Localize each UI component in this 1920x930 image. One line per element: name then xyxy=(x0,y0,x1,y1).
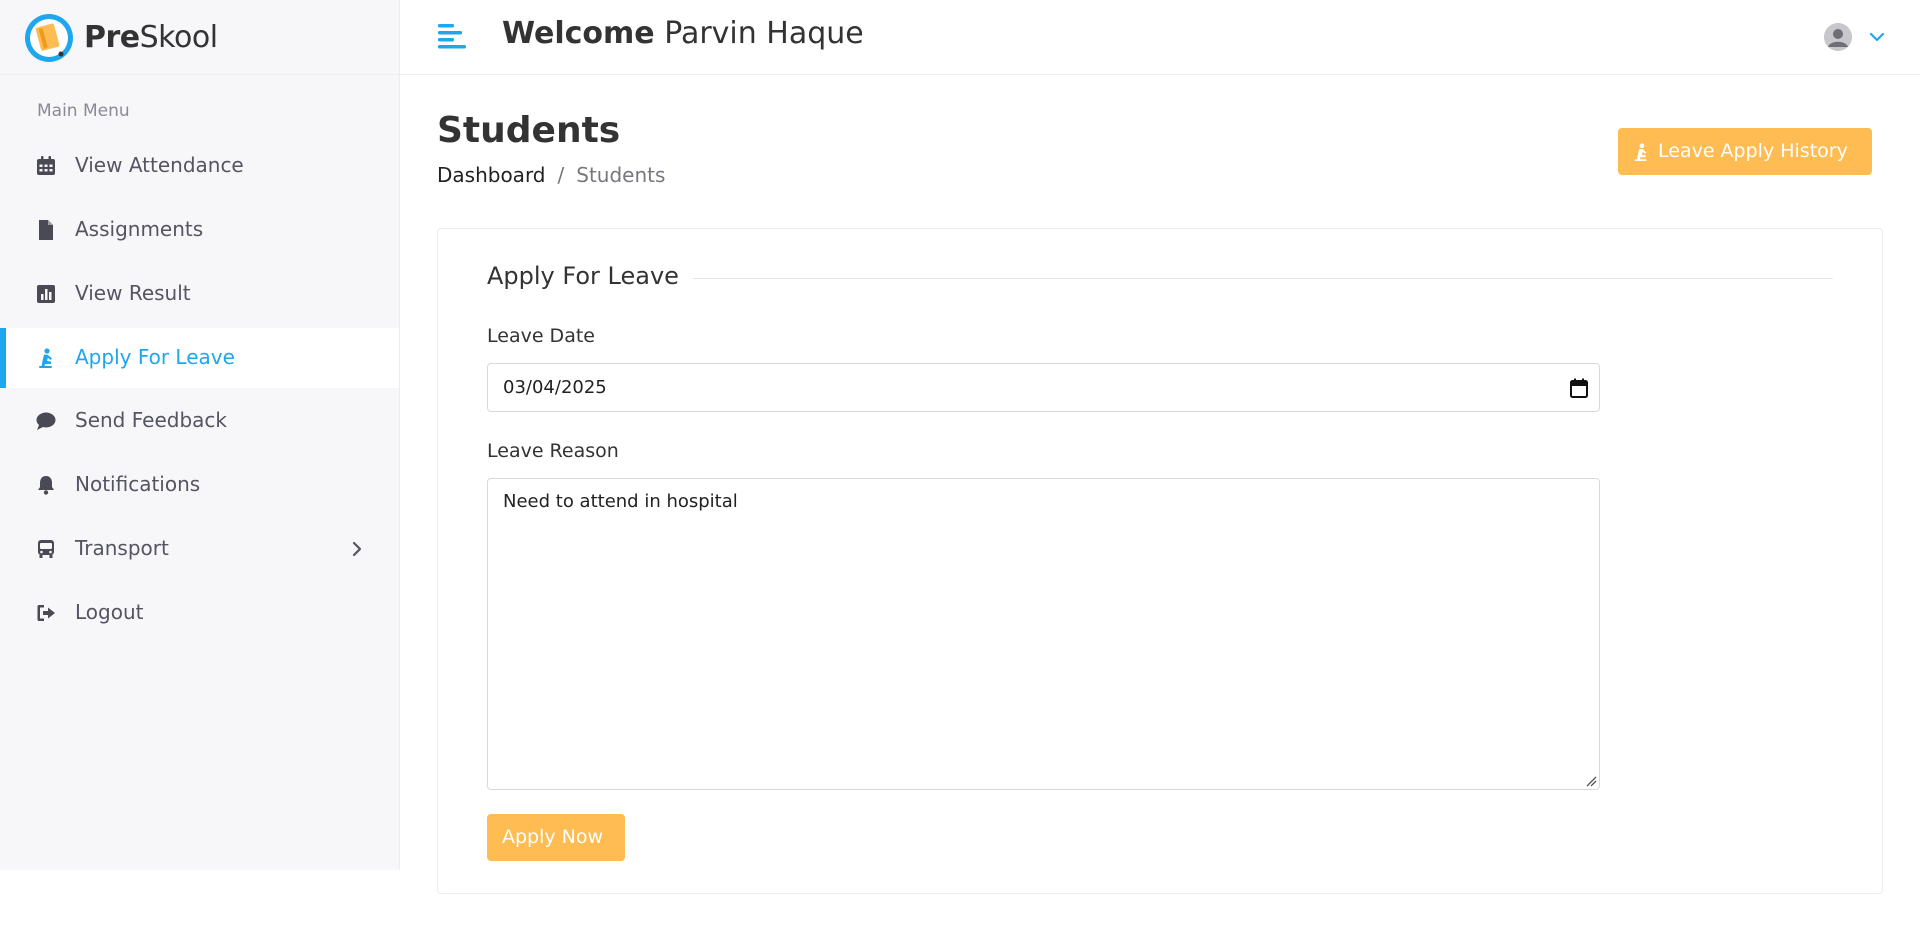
bus-icon xyxy=(38,540,54,558)
sidebar-item-view-attendance[interactable]: View Attendance xyxy=(0,136,399,196)
bell-icon xyxy=(38,476,54,495)
person-kneel-icon xyxy=(39,348,52,368)
menu-lines-icon[interactable] xyxy=(436,22,468,52)
sidebar-item-transport[interactable]: Transport xyxy=(0,519,399,579)
leave-reason-value: Need to attend in hospital xyxy=(503,491,738,512)
sidebar-item-label: Logout xyxy=(75,600,144,624)
sidebar-item-label: View Result xyxy=(75,281,191,305)
leave-date-label: Leave Date xyxy=(487,325,595,347)
leave-date-input[interactable]: 03/04/2025 xyxy=(487,363,1600,412)
brand-name-rest: Skool xyxy=(139,20,218,55)
sidebar-item-send-feedback[interactable]: Send Feedback xyxy=(0,391,399,451)
calendar-picker-icon[interactable] xyxy=(1570,378,1588,398)
sidebar: Main Menu View Attendance Assignments Vi… xyxy=(0,75,400,870)
bar-chart-icon xyxy=(37,285,55,303)
sidebar-item-logout[interactable]: Logout xyxy=(0,583,399,643)
sidebar-item-label: Assignments xyxy=(75,217,204,241)
welcome-message: Welcome Parvin Haque xyxy=(502,16,864,51)
form-legend: Apply For Leave xyxy=(487,262,693,290)
chevron-right-icon[interactable] xyxy=(350,541,364,557)
leave-reason-textarea[interactable]: Need to attend in hospital xyxy=(487,478,1600,790)
sidebar-item-label: View Attendance xyxy=(75,153,244,177)
page-title: Students xyxy=(437,110,621,151)
breadcrumb: Dashboard / Students xyxy=(437,163,665,187)
welcome-word: Welcome xyxy=(502,16,655,51)
file-icon xyxy=(39,220,53,240)
sign-out-icon xyxy=(37,605,55,621)
sidebar-item-label: Transport xyxy=(75,536,169,560)
leave-form-card: Apply For Leave Leave Date 03/04/2025 Le… xyxy=(437,228,1883,894)
breadcrumb-dashboard-link[interactable]: Dashboard xyxy=(437,163,546,187)
top-header: PreSkool Welcome Parvin Haque xyxy=(0,0,1920,75)
sidebar-item-label: Send Feedback xyxy=(75,408,227,432)
preskool-logo-icon[interactable] xyxy=(24,13,74,63)
leave-date-value: 03/04/2025 xyxy=(503,377,607,398)
sidebar-item-label: Notifications xyxy=(75,472,201,496)
apply-now-label: Apply Now xyxy=(502,826,604,848)
comment-icon xyxy=(36,412,56,430)
brand-name-bold: Pre xyxy=(84,20,140,55)
leave-apply-history-button[interactable]: Leave Apply History xyxy=(1618,128,1872,175)
chevron-down-icon[interactable] xyxy=(1868,28,1886,46)
resize-grip-icon[interactable] xyxy=(1585,775,1597,787)
brand-name[interactable]: PreSkool xyxy=(84,20,218,55)
leave-reason-label: Leave Reason xyxy=(487,440,619,462)
apply-now-button[interactable]: Apply Now xyxy=(487,814,625,861)
breadcrumb-current: Students xyxy=(576,163,666,187)
calendar-icon xyxy=(37,156,55,175)
sidebar-item-apply-for-leave[interactable]: Apply For Leave xyxy=(0,328,399,388)
sidebar-item-label: Apply For Leave xyxy=(75,345,235,369)
user-name: Parvin Haque xyxy=(664,16,864,51)
leave-apply-history-label: Leave Apply History xyxy=(1658,140,1848,162)
sidebar-item-view-result[interactable]: View Result xyxy=(0,264,399,324)
breadcrumb-separator: / xyxy=(557,163,565,187)
user-avatar-icon[interactable] xyxy=(1824,23,1852,51)
person-kneel-icon xyxy=(1634,143,1647,161)
main-menu-title: Main Menu xyxy=(37,101,130,121)
logo-area: PreSkool xyxy=(0,0,400,74)
sidebar-item-notifications[interactable]: Notifications xyxy=(0,455,399,515)
sidebar-item-assignments[interactable]: Assignments xyxy=(0,200,399,260)
user-menu-dropdown[interactable] xyxy=(1824,20,1892,56)
